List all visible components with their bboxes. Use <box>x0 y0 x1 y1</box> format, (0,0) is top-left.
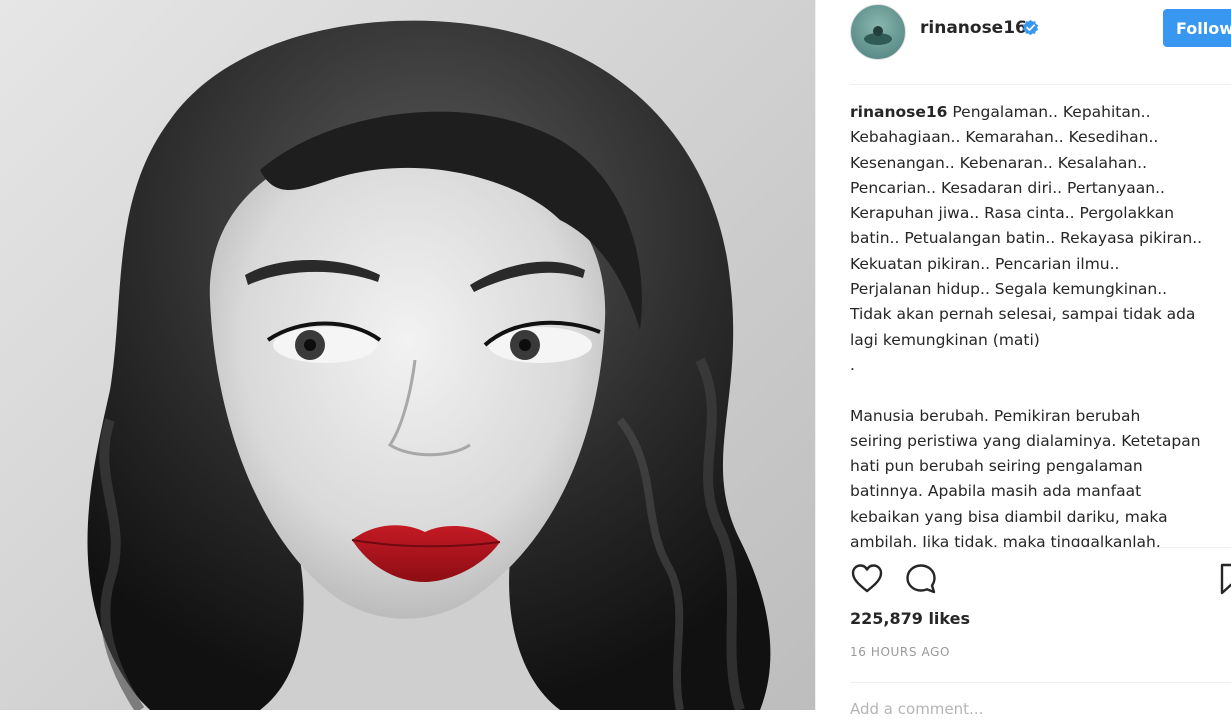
comment-divider <box>850 682 1231 683</box>
caption-gap <box>850 378 1226 403</box>
likes-count[interactable]: 225,879 likes <box>850 609 970 628</box>
caption-line: Manusia berubah. Pemikiran berubah <box>850 406 1141 425</box>
caption-line: seiring peristiwa yang dialaminya. Ketet… <box>850 431 1201 450</box>
action-bar <box>850 562 1231 596</box>
portrait-illustration <box>87 20 771 710</box>
comment-icon[interactable] <box>904 562 938 596</box>
avatar[interactable] <box>850 4 906 60</box>
post-caption: rinanose16 Pengalaman.. Kepahitan.. Keba… <box>850 100 1226 547</box>
caption-line: Pencarian.. Kesadaran diri.. Pertanyaan.… <box>850 178 1165 197</box>
caption-line: Kebahagiaan.. Kemarahan.. Kesedihan.. <box>850 128 1159 147</box>
caption-line: . <box>850 355 855 374</box>
post-timestamp[interactable]: 16 HOURS AGO <box>850 645 950 659</box>
heart-icon[interactable] <box>850 562 884 596</box>
verified-badge-icon <box>1022 19 1039 36</box>
post-photo[interactable] <box>0 0 815 710</box>
caption-line: batin.. Petualangan batin.. Rekayasa pik… <box>850 229 1203 248</box>
caption-line: Kerapuhan jiwa.. Rasa cinta.. Pergolakka… <box>850 204 1175 223</box>
caption-divider <box>850 547 1231 548</box>
follow-button[interactable]: Follow <box>1163 9 1231 47</box>
caption-line: Perjalanan hidup.. Segala kemungkinan.. <box>850 280 1168 299</box>
caption-line: hati pun berubah seiring pengalaman <box>850 457 1143 476</box>
comment-input[interactable] <box>850 694 1220 724</box>
caption-line: batinnya. Apabila masih ada manfaat <box>850 482 1142 501</box>
avatar-image <box>864 26 892 45</box>
caption-line-text: Pengalaman.. Kepahitan.. <box>952 103 1151 121</box>
caption-line: Kekuatan pikiran.. Pencarian ilmu.. <box>850 254 1120 273</box>
caption-line: rinanose16 Pengalaman.. Kepahitan.. <box>850 100 1226 125</box>
caption-line: ambilah. Jika tidak, maka tinggalkanlah. <box>850 533 1161 547</box>
bookmark-icon[interactable] <box>1216 562 1231 596</box>
caption-line: Tidak akan pernah selesai, sampai tidak … <box>850 305 1196 324</box>
post-sidebar: rinanose16 Follow rinanose16 Pengalaman.… <box>815 0 1231 724</box>
post-header: rinanose16 Follow <box>816 0 1231 60</box>
caption-username[interactable]: rinanose16 <box>850 103 947 121</box>
caption-line: kebaikan yang bisa diambil dariku, maka <box>850 507 1168 526</box>
caption-line: Kesenangan.. Kebenaran.. Kesalahan.. <box>850 153 1148 172</box>
header-username[interactable]: rinanose16 <box>920 18 1027 38</box>
caption-line: lagi kemungkinan (mati) <box>850 330 1040 349</box>
header-divider <box>850 84 1231 85</box>
